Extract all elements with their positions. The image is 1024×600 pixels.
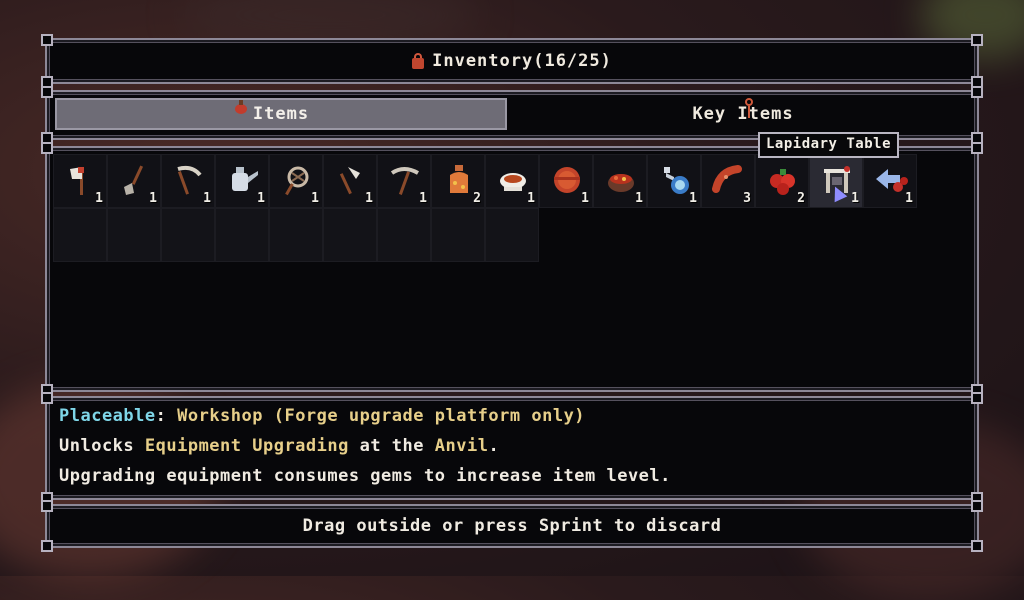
description-line-1: Placeable: Workshop (Forge upgrade platf… — [59, 406, 585, 426]
empty-inventory-slot[interactable] — [215, 208, 269, 262]
tab-key-items-label: Key Items — [692, 104, 794, 124]
empty-inventory-slot[interactable] — [377, 208, 431, 262]
item-quantity: 2 — [473, 191, 481, 206]
inventory-slot[interactable]: 1 — [593, 154, 647, 208]
empty-inventory-slot[interactable] — [269, 208, 323, 262]
inventory-panel: 1 1 1 1 1 1 1 2 1 1 1 1 3 2 1 1 — [41, 142, 983, 396]
description-line-3: Upgrading equipment consumes gems to inc… — [59, 466, 671, 486]
inventory-slot[interactable]: 2 — [755, 154, 809, 208]
pickaxe-icon — [388, 163, 422, 197]
bag-icon — [412, 53, 425, 69]
item-quantity: 1 — [95, 191, 103, 206]
tab-key-items[interactable]: Key Items — [517, 98, 969, 130]
scythe-icon — [172, 163, 206, 197]
desc-text: at the — [348, 436, 435, 456]
anvil-highlight: Anvil — [434, 436, 489, 456]
vase-icon — [442, 163, 476, 197]
footer-hint-bar: Drag outside or press Sprint to discard — [41, 500, 983, 552]
meat-icon — [550, 163, 584, 197]
berries-icon — [766, 163, 800, 197]
inventory-slot[interactable]: 1 — [377, 154, 431, 208]
inventory-grid: 1 1 1 1 1 1 1 2 1 1 1 1 3 2 1 1 — [53, 154, 971, 262]
item-description-panel: Placeable: Workshop (Forge upgrade platf… — [41, 392, 983, 504]
sausage-icon — [712, 163, 746, 197]
inventory-title-bar: Inventory(16/25) — [41, 34, 983, 88]
inventory-slot[interactable]: 1 — [53, 154, 107, 208]
item-quantity: 2 — [797, 191, 805, 206]
equipment-upgrading-highlight: Equipment Upgrading — [144, 436, 349, 456]
item-quantity: 1 — [311, 191, 319, 206]
item-quantity: 1 — [149, 191, 157, 206]
inventory-slot[interactable]: 1 — [215, 154, 269, 208]
empty-inventory-slot[interactable] — [485, 208, 539, 262]
empty-inventory-slot[interactable] — [161, 208, 215, 262]
empty-inventory-slot[interactable] — [107, 208, 161, 262]
inventory-slot[interactable]: 1 — [539, 154, 593, 208]
inventory-title-text: Inventory(16/25) — [432, 51, 612, 71]
placeable-sep: : — [155, 406, 178, 426]
soup-bowl-icon — [496, 163, 530, 197]
inventory-title: Inventory(16/25) — [47, 40, 977, 82]
inventory-slot[interactable]: 1 — [269, 154, 323, 208]
inventory-slot[interactable]: 1 — [647, 154, 701, 208]
tab-items[interactable]: Items — [55, 98, 507, 130]
item-quantity: 1 — [905, 191, 913, 206]
net-icon — [280, 163, 314, 197]
tomato-icon — [233, 100, 249, 116]
inventory-slot[interactable]: 1 — [107, 154, 161, 208]
empty-inventory-slot[interactable] — [431, 208, 485, 262]
item-quantity: 3 — [743, 191, 751, 206]
discard-hint: Drag outside or press Sprint to discard — [302, 516, 722, 536]
stew-bowl-icon — [604, 163, 638, 197]
item-quantity: 1 — [419, 191, 427, 206]
watering-can-icon — [226, 163, 260, 197]
placeable-value: Workshop (Forge upgrade platform only) — [177, 406, 586, 426]
placeable-label: Placeable — [59, 406, 156, 426]
item-quantity: 1 — [635, 191, 643, 206]
empty-inventory-slot[interactable] — [53, 208, 107, 262]
shovel-icon — [118, 163, 152, 197]
inventory-slot[interactable]: 3 — [701, 154, 755, 208]
item-quantity: 1 — [257, 191, 265, 206]
hoe-icon — [334, 163, 368, 197]
inventory-slot[interactable]: 1 — [161, 154, 215, 208]
inventory-slot[interactable]: 1 — [863, 154, 917, 208]
inventory-slot[interactable]: 1 — [323, 154, 377, 208]
item-quantity: 1 — [851, 191, 859, 206]
desc-text: . — [488, 436, 500, 456]
key-icon — [744, 98, 754, 118]
inventory-slot[interactable]: 2 — [431, 154, 485, 208]
description-line-2: Unlocks Equipment Upgrading at the Anvil… — [59, 436, 499, 456]
item-quantity: 1 — [365, 191, 373, 206]
item-quantity: 1 — [581, 191, 589, 206]
item-tooltip: Lapidary Table — [758, 132, 900, 158]
tab-items-label: Items — [252, 104, 310, 124]
cherries-icon — [874, 163, 908, 197]
item-quantity: 1 — [527, 191, 535, 206]
empty-inventory-slot[interactable] — [323, 208, 377, 262]
item-quantity: 1 — [203, 191, 211, 206]
desc-text: Unlocks — [59, 436, 145, 456]
inventory-slot[interactable]: 1 — [485, 154, 539, 208]
axe-icon — [64, 163, 98, 197]
item-quantity: 1 — [689, 191, 697, 206]
potion-icon — [658, 163, 692, 197]
